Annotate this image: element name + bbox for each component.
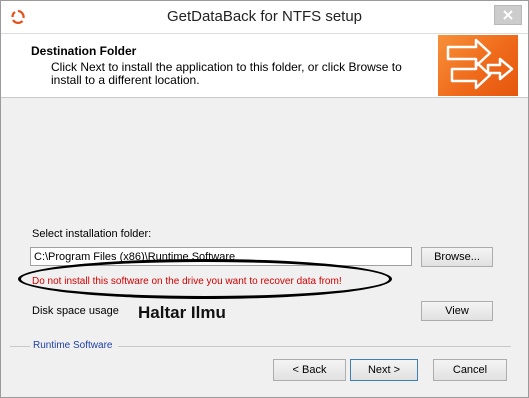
footer-divider-left (10, 346, 30, 347)
footer-divider (118, 346, 511, 347)
disk-space-label: Disk space usage (32, 305, 119, 317)
next-button[interactable]: Next > (350, 359, 418, 381)
browse-button[interactable]: Browse... (421, 247, 493, 267)
close-button[interactable] (494, 5, 522, 25)
header-panel: Destination Folder Click Next to install… (1, 33, 528, 98)
brand-label: Runtime Software (33, 340, 113, 351)
window-title: GetDataBack for NTFS setup (166, 8, 363, 25)
header-title: Destination Folder (31, 44, 137, 58)
title-bar[interactable]: GetDataBack for NTFS setup (1, 1, 528, 33)
header-description: Click Next to install the application to… (51, 60, 402, 87)
highlight-ellipse (18, 259, 392, 299)
back-button[interactable]: < Back (273, 359, 346, 381)
setup-window: GetDataBack for NTFS setup Destination F… (0, 0, 529, 398)
banner-graphic (438, 35, 518, 96)
close-icon (503, 10, 513, 20)
watermark-text: Haltar Ilmu (138, 303, 226, 322)
folder-label: Select installation folder: (32, 228, 152, 240)
view-button[interactable]: View (421, 301, 493, 321)
cancel-button[interactable]: Cancel (433, 359, 507, 381)
arrows-icon (446, 38, 514, 90)
